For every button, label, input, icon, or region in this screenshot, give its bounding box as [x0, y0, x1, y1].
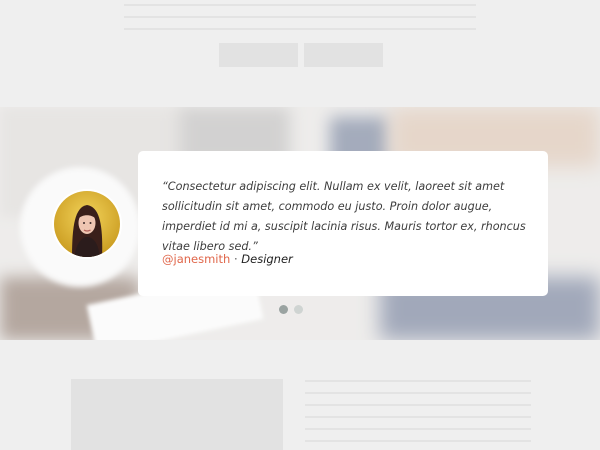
author-avatar-icon	[52, 189, 122, 259]
placeholder-line	[305, 404, 531, 406]
carousel-dot[interactable]	[294, 305, 303, 314]
testimonial-card: “Consectetur adipiscing elit. Nullam ex …	[138, 151, 548, 296]
placeholder-button[interactable]	[304, 43, 383, 67]
carousel-indicators	[279, 305, 303, 314]
attribution-separator: ·	[230, 252, 242, 266]
placeholder-line	[305, 428, 531, 430]
placeholder-line	[305, 440, 531, 442]
placeholder-line	[124, 28, 476, 30]
placeholder-button[interactable]	[219, 43, 298, 67]
placeholder-image	[71, 379, 283, 450]
author-handle-link[interactable]: @janesmith	[162, 252, 230, 266]
placeholder-line	[305, 392, 531, 394]
placeholder-line	[124, 4, 476, 6]
placeholder-line	[305, 416, 531, 418]
testimonial-quote: “Consectetur adipiscing elit. Nullam ex …	[162, 180, 526, 253]
placeholder-line	[124, 16, 476, 18]
carousel-dot[interactable]	[279, 305, 288, 314]
testimonial-section: “Consectetur adipiscing elit. Nullam ex …	[0, 107, 600, 340]
testimonial-attribution: @janesmith · Designer	[162, 250, 293, 268]
author-role: Designer	[241, 252, 293, 266]
placeholder-line	[305, 380, 531, 382]
